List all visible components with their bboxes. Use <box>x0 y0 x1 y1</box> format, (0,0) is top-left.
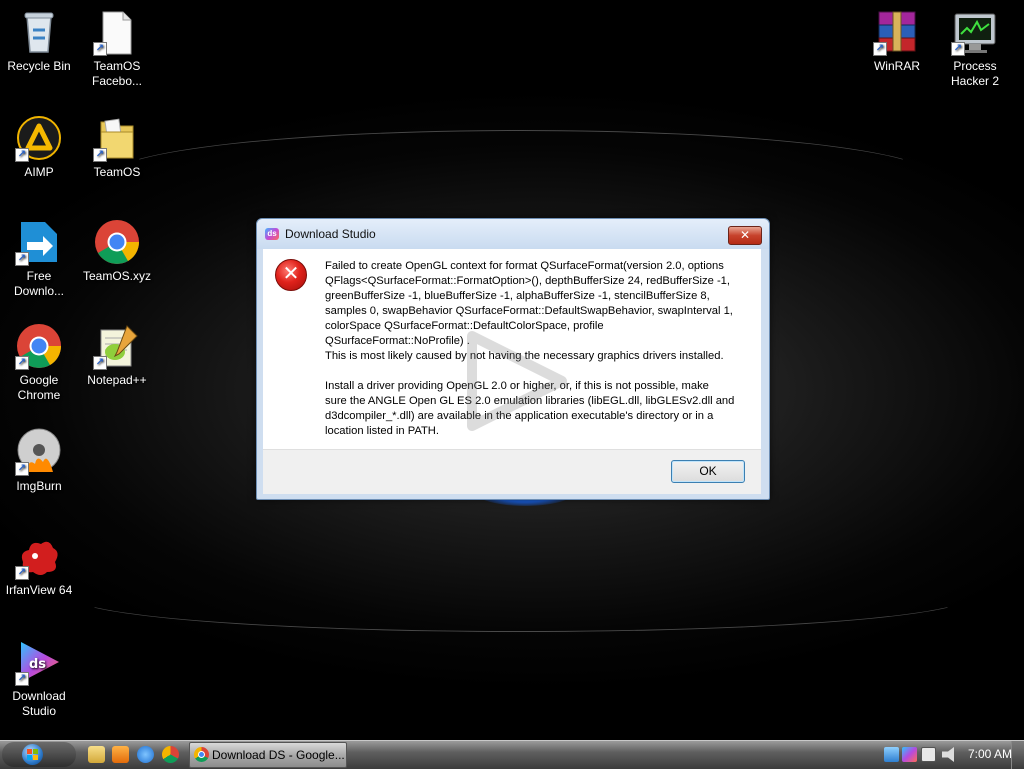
desktop-icon-process-hacker[interactable]: ↗ Process Hacker 2 <box>936 8 1014 89</box>
download-studio-icon: ds <box>265 228 279 240</box>
message-line: greenBufferSize -1, blueBufferSize -1, a… <box>325 290 710 302</box>
desktop-icon-label: Download <box>12 689 66 703</box>
message-line: QFlags<QSurfaceFormat::FormatOption>(), … <box>325 275 731 287</box>
desktop-icon-google-chrome[interactable]: ↗ Google Chrome <box>0 322 78 403</box>
internet-explorer-icon[interactable] <box>137 746 154 763</box>
desktop-icon-label: Process <box>953 59 997 73</box>
desktop-icon-label: TeamOS <box>93 59 141 73</box>
taskbar-button-label: Download DS - Google... <box>212 748 345 762</box>
message-line: d3dcompiler_*.dll) are available in the … <box>325 410 714 422</box>
dialog-body: ✕ Failed to create OpenGL context for fo… <box>263 249 761 449</box>
desktop-icon-teamos-folder[interactable]: ↗ TeamOS <box>78 114 156 180</box>
download-studio-tray-icon[interactable] <box>902 747 917 762</box>
shortcut-arrow-icon: ↗ <box>15 462 29 476</box>
shortcut-arrow-icon: ↗ <box>93 356 107 370</box>
ok-button[interactable]: OK <box>671 460 745 483</box>
shortcut-arrow-icon: ↗ <box>951 42 965 56</box>
desktop-icon-aimp[interactable]: ↗ AIMP <box>0 114 78 180</box>
desktop-icon-teamos-facebook[interactable]: ↗ TeamOS Facebo... <box>78 8 156 89</box>
document-icon: ↗ <box>93 8 141 56</box>
display-icon[interactable] <box>921 747 936 762</box>
desktop-icon-label: Free <box>26 269 52 283</box>
desktop-icon-label: Chrome <box>17 388 61 402</box>
taskbar-button-chrome[interactable]: Download DS - Google... <box>189 742 347 768</box>
message-paragraph: Failed to create OpenGL context for form… <box>325 259 753 364</box>
shortcut-arrow-icon: ↗ <box>15 566 29 580</box>
desktop-icon-label: Notepad++ <box>87 373 147 387</box>
message-line: QSurfaceFormat::NoProfile) . <box>325 335 470 347</box>
shortcut-arrow-icon: ↗ <box>93 42 107 56</box>
volume-muted-icon[interactable] <box>942 747 954 762</box>
desktop-icon-label: Google <box>19 373 59 387</box>
message-line: This is most likely caused by not having… <box>325 350 724 362</box>
desktop-icon-label: WinRAR <box>873 59 920 73</box>
message-line: colorSpace QSurfaceFormat::DefaultColorS… <box>325 320 604 332</box>
desktop-icon-label: TeamOS.xyz <box>82 269 151 283</box>
chrome-icon <box>194 747 209 762</box>
desktop-icon-free-download-manager[interactable]: ↗ Free Downlo... <box>0 218 78 299</box>
folder-icon: ↗ <box>93 114 141 162</box>
recycle-bin-icon <box>15 8 63 56</box>
taskbar: Download DS - Google... 7:00 AM <box>0 740 1024 769</box>
shortcut-arrow-icon: ↗ <box>15 148 29 162</box>
windows-logo-icon <box>22 744 43 765</box>
error-dialog: ds Download Studio ✕ ✕ Failed to create … <box>256 218 770 500</box>
desktop-icon-winrar[interactable]: ↗ WinRAR <box>858 8 936 74</box>
desktop-icon-label: IrfanView 64 <box>5 583 73 597</box>
message-line: location listed in PATH. <box>325 425 439 437</box>
explorer-icon[interactable] <box>88 746 105 763</box>
svg-text:ds: ds <box>29 657 46 672</box>
shortcut-arrow-icon: ↗ <box>15 252 29 266</box>
winrar-icon: ↗ <box>873 8 921 56</box>
desktop-icon-label: Recycle Bin <box>7 59 71 73</box>
start-button[interactable] <box>2 742 76 767</box>
chrome-icon[interactable] <box>162 746 179 763</box>
wallpaper-arc <box>110 130 932 222</box>
desktop-icon-label: TeamOS <box>93 165 141 179</box>
dialog-titlebar[interactable]: ds Download Studio ✕ <box>257 219 769 249</box>
chrome-icon <box>93 218 141 266</box>
network-icon[interactable] <box>884 747 899 762</box>
notepad-plus-plus-icon: ↗ <box>93 322 141 370</box>
shortcut-arrow-icon: ↗ <box>15 356 29 370</box>
desktop-icon-label: ImgBurn <box>16 479 62 493</box>
desktop: Recycle Bin ↗ TeamOS Facebo... ↗ AIMP ↗ … <box>0 0 1024 740</box>
aimp-icon: ↗ <box>15 114 63 162</box>
desktop-icon-label: Studio <box>21 704 57 718</box>
shortcut-arrow-icon: ↗ <box>15 672 29 686</box>
wallpaper-arc <box>70 560 972 632</box>
message-paragraph: Install a driver providing OpenGL 2.0 or… <box>325 379 753 439</box>
close-icon: ✕ <box>739 228 751 242</box>
desktop-icon-imgburn[interactable]: ↗ ImgBurn <box>0 428 78 494</box>
desktop-icon-notepad-plus-plus[interactable]: ↗ Notepad++ <box>78 322 156 388</box>
chrome-icon: ↗ <box>15 322 63 370</box>
process-hacker-icon: ↗ <box>951 8 999 56</box>
message-line: sure the ANGLE Open GL ES 2.0 emulation … <box>325 395 735 407</box>
error-message: Failed to create OpenGL context for form… <box>325 259 753 439</box>
error-icon: ✕ <box>275 259 307 291</box>
desktop-icon-label: Hacker 2 <box>950 74 1000 88</box>
imgburn-icon: ↗ <box>15 428 63 476</box>
irfanview-icon: ↗ <box>15 532 63 580</box>
desktop-icon-label: AIMP <box>24 165 54 179</box>
desktop-icon-label: Facebo... <box>91 74 143 88</box>
dialog-footer: OK <box>263 449 761 494</box>
message-line: samples 0, swapBehavior QSurfaceFormat::… <box>325 305 733 317</box>
shortcut-arrow-icon: ↗ <box>873 42 887 56</box>
desktop-icon-download-studio[interactable]: ds ↗ Download Studio <box>0 638 78 719</box>
desktop-icon-label: Downlo... <box>13 284 65 298</box>
desktop-icon-irfanview[interactable]: ↗ IrfanView 64 <box>0 532 78 598</box>
message-line: Install a driver providing OpenGL 2.0 or… <box>325 380 709 392</box>
show-desktop-button[interactable] <box>1011 741 1024 769</box>
dialog-title: Download Studio <box>285 227 376 241</box>
media-player-icon[interactable] <box>112 746 129 763</box>
desktop-icon-recycle-bin[interactable]: Recycle Bin <box>0 8 78 74</box>
free-download-manager-icon: ↗ <box>15 218 63 266</box>
shortcut-arrow-icon: ↗ <box>93 148 107 162</box>
clock[interactable]: 7:00 AM <box>968 747 1012 761</box>
download-studio-icon: ds ↗ <box>15 638 63 686</box>
desktop-icon-teamos-xyz[interactable]: TeamOS.xyz <box>78 218 156 284</box>
close-button[interactable]: ✕ <box>728 226 762 245</box>
message-line: Failed to create OpenGL context for form… <box>325 260 724 272</box>
